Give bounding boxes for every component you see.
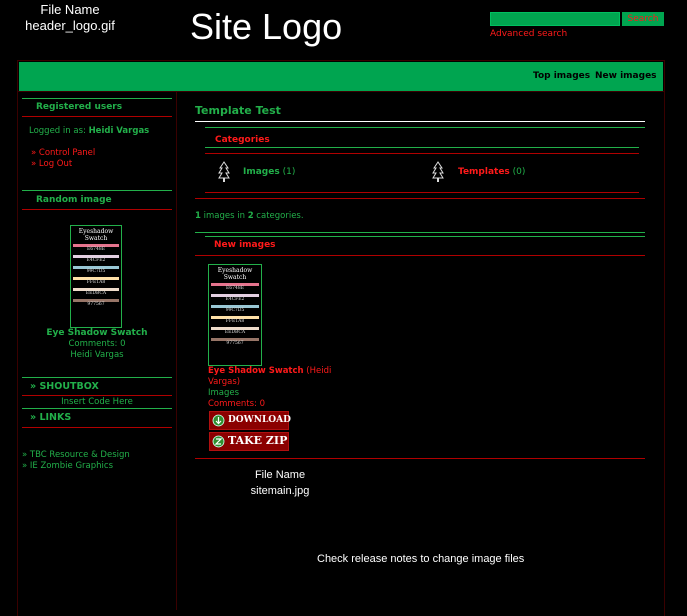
registered-users-title: Registered users bbox=[36, 102, 123, 112]
shoutbox-header: » SHOUTBOX bbox=[22, 379, 172, 395]
random-image-thumbnail[interactable]: Eyeshadow Swatch E6748E E4CFE2 99C7D5 FF… bbox=[70, 225, 122, 328]
new-image-thumbnail[interactable]: Eyeshadow Swatch E6748E E4CFE2 99C7D5 FF… bbox=[208, 264, 262, 366]
page-title: Template Test bbox=[195, 104, 281, 117]
registered-users-header: Registered users bbox=[22, 99, 172, 115]
swatch-label: FFE1A8 bbox=[86, 280, 106, 285]
summary-middle: images in bbox=[200, 211, 248, 221]
download-button[interactable]: DOWNLOAD bbox=[209, 411, 291, 430]
main-file-label: File Name bbox=[254, 469, 306, 481]
summary-end: categories. bbox=[253, 211, 304, 221]
category-templates[interactable]: Templates (0) bbox=[458, 167, 525, 177]
links-header: » LINKS bbox=[22, 410, 172, 426]
divider-line bbox=[22, 377, 172, 378]
nav-divider bbox=[17, 91, 665, 92]
new-image-author-1: (Heidi bbox=[306, 366, 332, 376]
random-image-author: Heidi Vargas bbox=[70, 350, 124, 360]
main-file-info: File Name sitemain.jpg bbox=[230, 467, 330, 499]
swatch-label: EEDBCA bbox=[85, 291, 107, 296]
category-images[interactable]: Images (1) bbox=[243, 167, 295, 177]
swatch-caption: Eyeshadow Swatch bbox=[217, 267, 253, 281]
new-image-category[interactable]: Images bbox=[208, 388, 343, 399]
zip-icon bbox=[212, 435, 225, 448]
random-image-title: Random image bbox=[36, 195, 112, 205]
swatch-label: 977567 bbox=[87, 302, 105, 307]
new-image-author-2: Vargas) bbox=[208, 377, 241, 387]
category-templates-link[interactable]: Templates bbox=[458, 167, 510, 177]
divider-line bbox=[205, 192, 639, 193]
page-frame bbox=[17, 60, 665, 616]
shoutbox-insert-code: Insert Code Here bbox=[61, 397, 133, 407]
search-button[interactable]: Search bbox=[622, 12, 664, 26]
new-image-title-link[interactable]: Eye Shadow Swatch bbox=[208, 366, 304, 376]
shoutbox-title: » SHOUTBOX bbox=[30, 381, 99, 392]
divider-line bbox=[22, 116, 172, 117]
divider-line bbox=[195, 255, 645, 256]
take-zip-button[interactable]: TAKE ZIP bbox=[209, 432, 289, 451]
divider-line bbox=[205, 147, 639, 148]
folder-icon bbox=[218, 161, 230, 182]
download-icon bbox=[212, 414, 225, 427]
new-image-info: Eye Shadow Swatch (Heidi Vargas) Images … bbox=[208, 366, 343, 410]
links-title: » LINKS bbox=[30, 412, 72, 423]
category-summary: 1 images in 2 categories. bbox=[195, 211, 304, 221]
swatch-label: E4CFE2 bbox=[86, 258, 106, 263]
category-templates-count: (0) bbox=[512, 167, 526, 177]
swatch-label: E6748E bbox=[225, 286, 245, 291]
logged-in-prefix: Logged in as: bbox=[29, 126, 86, 136]
divider-line bbox=[22, 209, 172, 210]
divider-line bbox=[205, 153, 639, 154]
divider-line bbox=[195, 121, 645, 122]
log-out-link[interactable]: » Log Out bbox=[31, 159, 72, 169]
link-ie-zombie[interactable]: » IE Zombie Graphics bbox=[22, 461, 113, 471]
header-file-label: File Name bbox=[40, 2, 100, 17]
category-images-count: (1) bbox=[282, 167, 296, 177]
divider-line bbox=[22, 395, 172, 396]
random-image-comments: Comments: 0 bbox=[68, 339, 126, 349]
folder-icon bbox=[432, 161, 444, 182]
new-image-comments: Comments: 0 bbox=[208, 399, 266, 409]
divider-line bbox=[22, 190, 172, 191]
logged-in-line: Logged in as: Heidi Vargas bbox=[29, 126, 149, 136]
divider-line bbox=[195, 458, 645, 459]
advanced-search-link[interactable]: Advanced search bbox=[490, 29, 567, 39]
swatch-caption: Eyeshadow Swatch bbox=[78, 228, 114, 242]
divider-line bbox=[195, 232, 645, 233]
categories-title: Categories bbox=[215, 135, 270, 145]
divider-line bbox=[195, 198, 645, 199]
swatch-label: E4CFE2 bbox=[225, 297, 245, 302]
header-file-info: File Name header_logo.gif bbox=[22, 2, 118, 34]
take-zip-label: TAKE ZIP bbox=[228, 434, 288, 447]
divider-line bbox=[22, 408, 172, 409]
nav-top-images[interactable]: Top images bbox=[533, 71, 590, 81]
search-input[interactable] bbox=[490, 12, 620, 26]
swatch-label: FFE1A8 bbox=[225, 319, 245, 324]
main-file-value: sitemain.jpg bbox=[250, 485, 310, 497]
divider-line bbox=[22, 427, 172, 428]
divider-line bbox=[205, 127, 645, 128]
random-image-header: Random image bbox=[22, 192, 172, 208]
divider-line bbox=[205, 236, 645, 237]
logged-in-user[interactable]: Heidi Vargas bbox=[89, 126, 150, 136]
swatch-label: EEDBCA bbox=[224, 330, 246, 335]
release-note: Check release notes to change image file… bbox=[317, 553, 525, 565]
new-images-title: New images bbox=[214, 240, 276, 250]
swatch-label: E6748E bbox=[86, 247, 106, 252]
download-label: DOWNLOAD bbox=[228, 415, 291, 425]
control-panel-link[interactable]: » Control Panel bbox=[31, 148, 95, 158]
category-images-link[interactable]: Images bbox=[243, 167, 280, 177]
link-tbc-resource[interactable]: » TBC Resource & Design bbox=[22, 450, 130, 460]
random-image-title-link[interactable]: Eye Shadow Swatch bbox=[22, 328, 172, 338]
swatch-label: 977567 bbox=[226, 341, 244, 346]
nav-new-images[interactable]: New images bbox=[595, 71, 657, 81]
header-file-value: header_logo.gif bbox=[25, 18, 115, 33]
swatch-label: 99C7D5 bbox=[86, 269, 106, 274]
site-logo[interactable]: Site Logo bbox=[190, 6, 342, 48]
swatch-label: 99C7D5 bbox=[225, 308, 245, 313]
sidebar-divider bbox=[176, 92, 177, 610]
